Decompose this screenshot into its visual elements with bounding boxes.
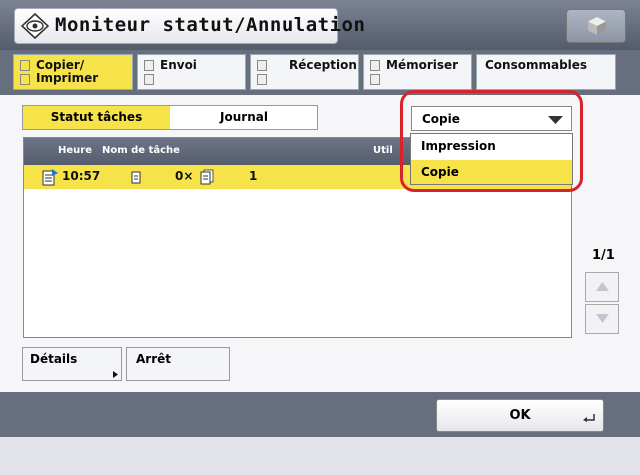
tab-label: Réception — [289, 58, 357, 72]
cube-icon — [588, 17, 606, 35]
stop-button[interactable]: Arrêt — [126, 347, 230, 381]
copy-page-icon — [131, 171, 141, 184]
document-job-icon — [42, 169, 58, 186]
page-indicator: 1/1 — [592, 248, 615, 263]
pages-stack-icon — [200, 169, 214, 185]
triangle-right-icon — [113, 371, 118, 378]
highlight-callout — [400, 90, 583, 192]
tab-consommables[interactable]: Consommables — [476, 54, 616, 90]
arrow-down-icon — [596, 314, 609, 323]
view-segment-control: Statut tâches Journal — [22, 105, 318, 130]
ok-button[interactable]: OK — [436, 399, 604, 432]
segment-journal[interactable]: Journal — [171, 106, 317, 129]
segment-statut-taches[interactable]: Statut tâches — [23, 106, 170, 129]
tab-copier-imprimer[interactable]: Copier/Imprimer — [13, 54, 133, 90]
tab-label: Mémoriser — [386, 58, 459, 72]
tab-memoriser[interactable]: Mémoriser — [363, 54, 472, 90]
scroll-up-button[interactable] — [585, 272, 619, 302]
title-panel: Moniteur statut/Annulation — [14, 8, 365, 44]
ok-label: OK — [509, 408, 531, 423]
page-title: Moniteur statut/Annulation — [55, 14, 366, 36]
scroll-down-button[interactable] — [585, 304, 619, 334]
tab-label: Copier/ — [36, 58, 85, 72]
row-pages: 1 — [249, 169, 258, 183]
row-copies: 0× — [175, 169, 194, 183]
tab-indicator — [257, 60, 267, 71]
tab-label: Consommables — [485, 58, 588, 72]
tab-indicator — [144, 74, 154, 85]
device-status-button[interactable] — [566, 9, 626, 43]
tab-label: Imprimer — [36, 71, 99, 85]
tab-indicator — [20, 74, 30, 85]
tab-label: Envoi — [160, 58, 197, 72]
arrow-up-icon — [596, 282, 609, 291]
tab-reception[interactable]: Réception — [250, 54, 359, 90]
tab-indicator — [20, 60, 30, 71]
tab-indicator — [370, 74, 380, 85]
column-utilisateur: Util — [373, 145, 393, 156]
tab-envoi[interactable]: Envoi — [137, 54, 246, 90]
tab-indicator — [257, 74, 267, 85]
stop-label: Arrêt — [136, 352, 171, 366]
details-button[interactable]: Détails — [22, 347, 122, 381]
column-nom-de-tache: Nom de tâche — [102, 145, 180, 156]
column-heure: Heure — [58, 145, 92, 156]
title-bar: Moniteur statut/Annulation — [0, 0, 640, 50]
monitor-eye-icon — [21, 13, 49, 39]
return-arrow-icon — [583, 414, 595, 422]
row-heure: 10:57 — [62, 169, 101, 183]
tab-indicator — [370, 60, 380, 71]
tab-indicator — [144, 60, 154, 71]
details-label: Détails — [30, 352, 78, 366]
footer-strip — [0, 437, 640, 475]
tab-strip: Copier/Imprimer Envoi Réception Mémorise… — [0, 50, 640, 95]
